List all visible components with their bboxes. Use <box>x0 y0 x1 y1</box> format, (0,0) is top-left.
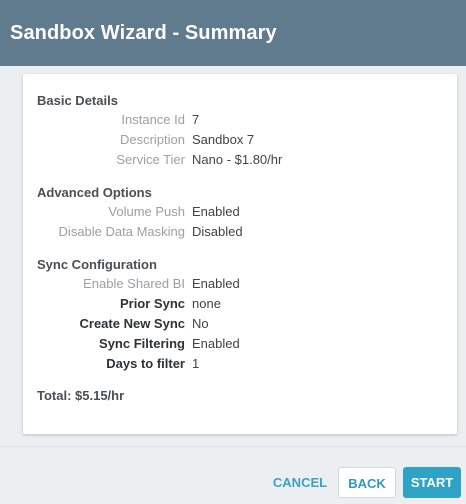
value-days-to-filter: 1 <box>192 356 200 371</box>
label-instance-id: Instance Id <box>121 112 185 127</box>
label-service-tier: Service Tier <box>116 152 185 167</box>
row-instance-id: Instance Id 7 <box>37 110 457 130</box>
value-disable-data-masking: Disabled <box>192 224 243 239</box>
section-title-basic-details: Basic Details <box>37 93 118 108</box>
label-days-to-filter: Days to filter <box>106 356 185 371</box>
label-description: Description <box>119 132 185 147</box>
advanced-options-section: Advanced Options Volume Push Enabled Dis… <box>37 184 457 242</box>
label-volume-push: Volume Push <box>108 204 185 219</box>
dialog-header: Sandbox Wizard - Summary <box>0 0 466 66</box>
basic-details-section: Basic Details Instance Id 7 Description … <box>37 92 457 170</box>
sync-configuration-section: Sync Configuration Enable Shared BI Enab… <box>37 256 457 374</box>
value-create-new-sync: No <box>192 316 209 331</box>
row-service-tier: Service Tier Nano - $1.80/hr <box>37 150 457 170</box>
label-create-new-sync: Create New Sync <box>79 316 186 331</box>
label-sync-filtering: Sync Filtering <box>99 336 185 351</box>
row-volume-push: Volume Push Enabled <box>37 202 457 222</box>
value-instance-id: 7 <box>192 112 200 127</box>
row-sync-filtering: Sync Filtering Enabled <box>37 334 457 354</box>
sandbox-wizard-dialog: Sandbox Wizard - Summary Basic Details I… <box>0 0 466 504</box>
total-cost: Total: $5.15/hr <box>37 388 125 403</box>
row-create-new-sync: Create New Sync No <box>37 314 457 334</box>
section-title-sync-configuration: Sync Configuration <box>37 257 157 272</box>
value-service-tier: Nano - $1.80/hr <box>192 152 283 167</box>
value-volume-push: Enabled <box>192 204 240 219</box>
value-description: Sandbox 7 <box>192 132 255 147</box>
label-disable-data-masking: Disable Data Masking <box>58 224 185 239</box>
cancel-button[interactable]: CANCEL <box>265 467 335 498</box>
label-enable-shared-bi: Enable Shared BI <box>83 276 185 291</box>
label-prior-sync: Prior Sync <box>119 296 185 311</box>
value-sync-filtering: Enabled <box>192 336 240 351</box>
row-prior-sync: Prior Sync none <box>37 294 457 314</box>
dialog-title: Sandbox Wizard - Summary <box>10 22 277 44</box>
dialog-footer: CANCEL BACK START <box>0 446 466 504</box>
start-button[interactable]: START <box>403 467 461 498</box>
back-button[interactable]: BACK <box>338 467 396 498</box>
value-prior-sync: none <box>192 296 221 311</box>
section-title-advanced-options: Advanced Options <box>37 185 152 200</box>
row-disable-data-masking: Disable Data Masking Disabled <box>37 222 457 242</box>
row-days-to-filter: Days to filter 1 <box>37 354 457 374</box>
summary-card: Basic Details Instance Id 7 Description … <box>23 74 457 434</box>
row-description: Description Sandbox 7 <box>37 130 457 150</box>
row-enable-shared-bi: Enable Shared BI Enabled <box>37 274 457 294</box>
value-enable-shared-bi: Enabled <box>192 276 240 291</box>
